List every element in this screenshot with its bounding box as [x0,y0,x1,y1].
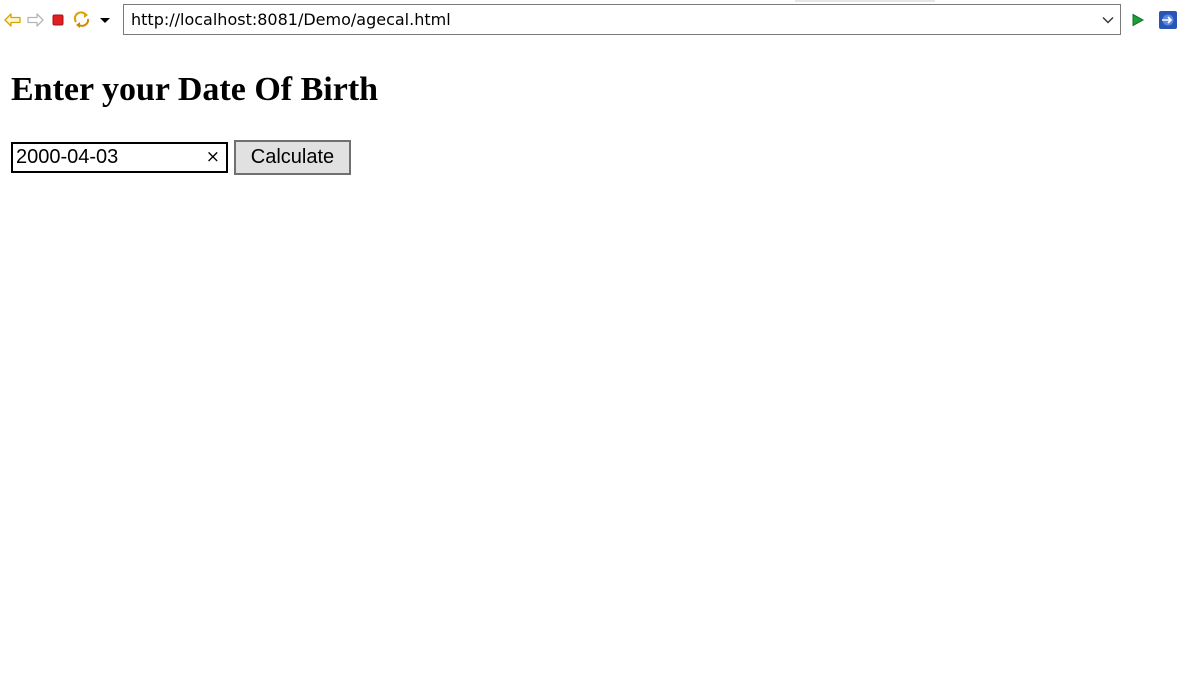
refresh-icon[interactable] [72,10,92,30]
stop-icon[interactable] [48,10,68,30]
tab-strip-edge [795,0,935,2]
address-url-text[interactable]: http://localhost:8081/Demo/agecal.html [131,5,451,34]
calculate-button[interactable]: Calculate [234,140,351,175]
go-play-icon[interactable] [1128,10,1148,30]
back-arrow-icon[interactable] [3,10,23,30]
page-content: Enter your Date Of Birth 2000-04-03 × Ca… [0,40,1180,673]
chevron-down-icon[interactable] [1100,12,1116,28]
open-external-browser-icon[interactable] [1158,10,1178,30]
address-bar[interactable]: http://localhost:8081/Demo/agecal.html [123,4,1121,35]
page-title: Enter your Date Of Birth [11,71,379,108]
clear-icon[interactable]: × [206,144,220,171]
date-of-birth-value[interactable]: 2000-04-03 [16,144,118,171]
date-of-birth-input[interactable]: 2000-04-03 × [11,142,228,173]
browser-toolbar: http://localhost:8081/Demo/agecal.html [0,0,1180,40]
forward-arrow-icon[interactable] [25,10,45,30]
dropdown-caret-icon[interactable] [95,10,115,30]
